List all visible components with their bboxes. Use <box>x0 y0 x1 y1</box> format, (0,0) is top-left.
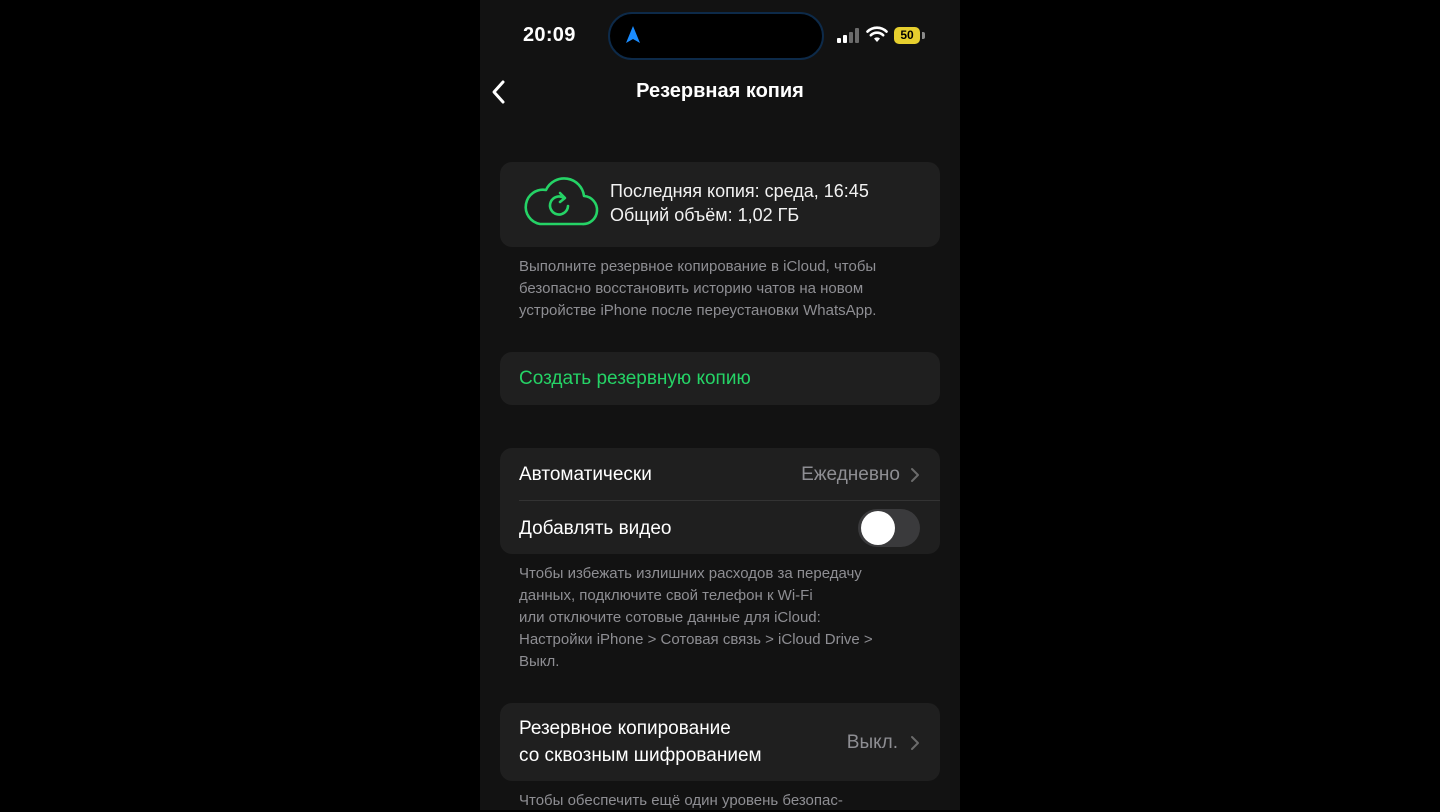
e2e-value[interactable]: Выкл. <box>800 732 898 754</box>
note-line: Выкл. <box>519 653 560 670</box>
phone-screen <box>480 0 960 810</box>
last-backup-text: Последняя копия: среда, 16:45 <box>610 181 869 201</box>
toggle-knob[interactable] <box>861 511 895 545</box>
auto-backup-value[interactable]: Ежедневно <box>760 464 900 486</box>
chevron-right-icon[interactable] <box>910 735 920 751</box>
e2e-label-line2[interactable]: со сквозным шифрованием <box>519 745 762 767</box>
note-line: или отключите сотовые данные для iCloud: <box>519 609 821 626</box>
cellular-data-note: Чтобы избежать излишних расходов за пере… <box>519 563 929 673</box>
backup-description: Выполните резервное копирование в iCloud… <box>519 256 929 322</box>
note-line: Чтобы избежать излишних расходов за пере… <box>519 565 862 582</box>
row-divider <box>519 500 940 501</box>
auto-backup-label[interactable]: Автоматически <box>519 464 652 486</box>
create-backup-label[interactable]: Создать резервную копию <box>519 368 751 390</box>
e2e-label-line1[interactable]: Резервное копирование <box>519 718 731 740</box>
description-line: Выполните резервное копирование в iCloud… <box>519 258 877 275</box>
note-line: Настройки iPhone > Сотовая связь > iClou… <box>519 631 873 648</box>
chevron-right-icon[interactable] <box>910 467 920 483</box>
add-video-label: Добавлять видео <box>519 518 672 539</box>
battery-tip <box>922 32 925 39</box>
status-time: 20:09 <box>523 24 576 46</box>
description-line: устройстве iPhone после переустановки Wh… <box>519 302 877 319</box>
page-title: Резервная копия <box>636 80 804 102</box>
wifi-icon <box>866 26 888 42</box>
description-line: безопасно восстановить историю чатов на … <box>519 280 864 297</box>
total-size-text: Общий объём: 1,02 ГБ <box>610 205 800 225</box>
note-line: данных, подключите свой телефон к Wi-Fi <box>519 587 813 604</box>
back-chevron-icon[interactable] <box>488 78 510 106</box>
footer-note: Чтобы обеспечить ещё один уровень безопа… <box>519 792 843 809</box>
cellular-signal-icon <box>837 28 859 43</box>
battery-indicator: 50 <box>894 27 920 44</box>
location-arrow-icon <box>626 26 640 43</box>
cloud-sync-icon <box>524 177 599 226</box>
